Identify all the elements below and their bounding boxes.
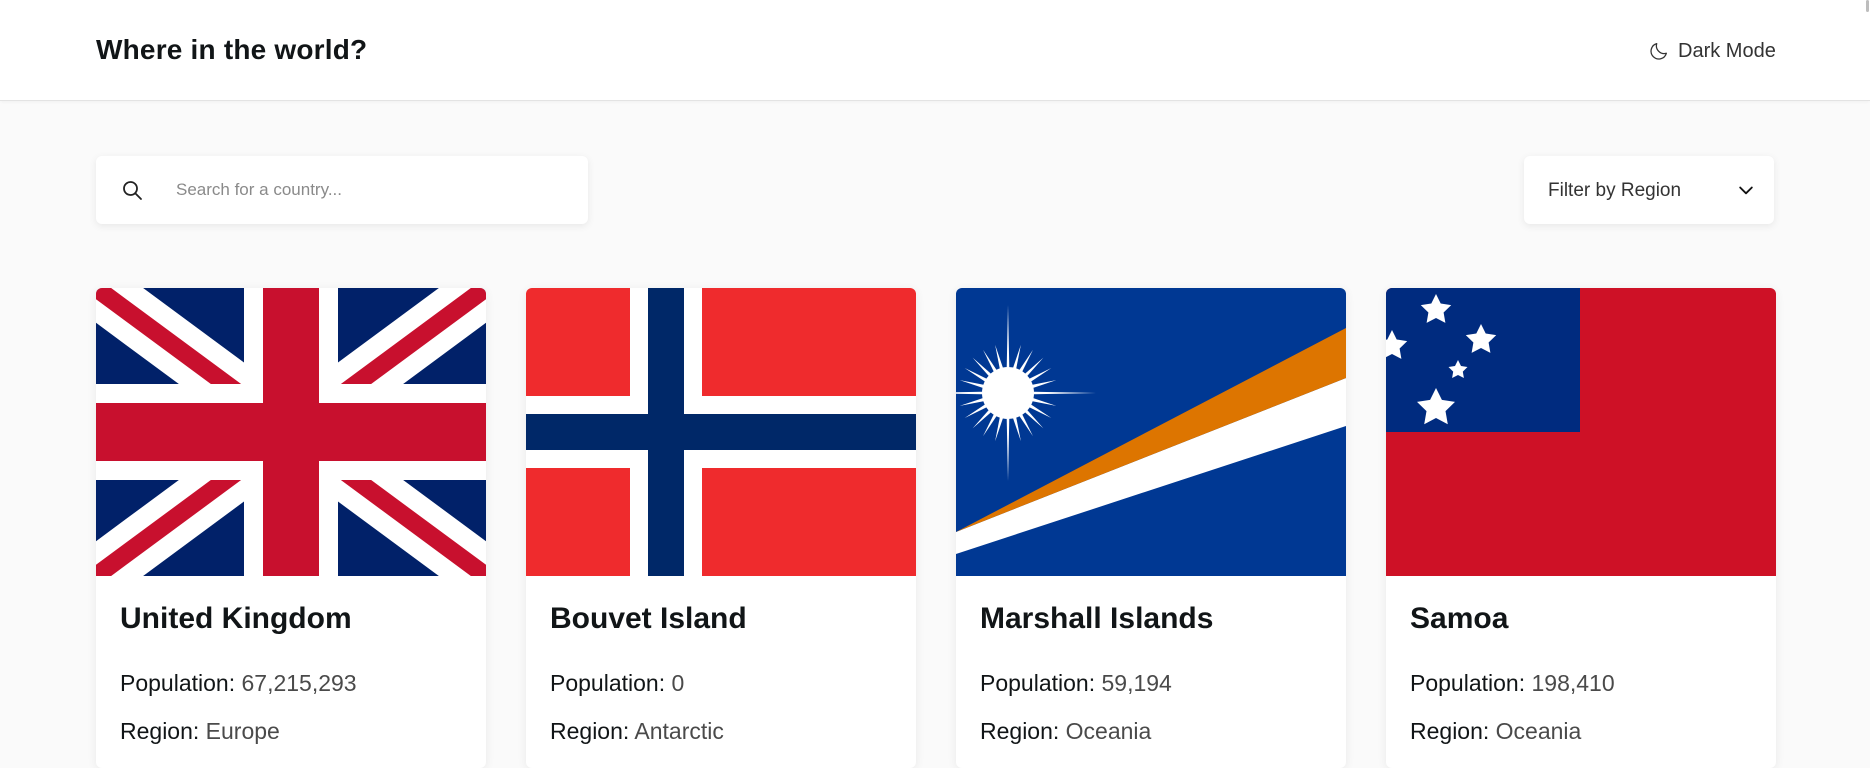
- region-value: Antarctic: [634, 718, 724, 744]
- country-card-samoa[interactable]: Samoa Population: 198,410 Region: Oceani…: [1386, 288, 1776, 768]
- population-label: Population:: [550, 670, 666, 696]
- population-row: Population: 67,215,293: [120, 670, 357, 697]
- region-label: Region:: [980, 718, 1060, 744]
- scrollbar-thumb[interactable]: [1866, 0, 1869, 12]
- search-bar[interactable]: [96, 156, 588, 224]
- region-row: Region: Europe: [120, 718, 280, 745]
- population-row: Population: 0: [550, 670, 684, 697]
- region-filter-dropdown[interactable]: Filter by Region: [1524, 156, 1774, 224]
- region-row: Region: Oceania: [1410, 718, 1581, 745]
- region-value: Oceania: [1495, 718, 1582, 744]
- population-value: 67,215,293: [241, 670, 357, 696]
- bouvet-flag: [526, 288, 916, 576]
- population-label: Population:: [120, 670, 236, 696]
- dark-mode-label: Dark Mode: [1678, 39, 1776, 62]
- population-label: Population:: [1410, 670, 1526, 696]
- moon-icon: [1650, 43, 1667, 60]
- population-value: 0: [671, 670, 685, 696]
- country-name: Samoa: [1410, 602, 1509, 635]
- region-value: Oceania: [1065, 718, 1152, 744]
- population-label: Population:: [980, 670, 1096, 696]
- country-card-bouvet-island[interactable]: Bouvet Island Population: 0 Region: Anta…: [526, 288, 916, 768]
- population-row: Population: 198,410: [1410, 670, 1615, 697]
- search-input[interactable]: [176, 170, 566, 210]
- search-icon: [123, 181, 142, 200]
- app-title[interactable]: Where in the world?: [96, 34, 367, 66]
- region-filter-label: Filter by Region: [1548, 180, 1682, 201]
- country-name: Bouvet Island: [550, 602, 747, 635]
- country-card-marshall-islands[interactable]: Marshall Islands Population: 59,194 Regi…: [956, 288, 1346, 768]
- population-value: 59,194: [1101, 670, 1172, 696]
- region-label: Region:: [550, 718, 630, 744]
- region-row: Region: Oceania: [980, 718, 1151, 745]
- region-row: Region: Antarctic: [550, 718, 724, 745]
- region-label: Region:: [1410, 718, 1490, 744]
- marshall-islands-flag: [956, 288, 1346, 576]
- dark-mode-toggle[interactable]: Dark Mode: [1648, 36, 1776, 66]
- population-row: Population: 59,194: [980, 670, 1172, 697]
- uk-flag: [96, 288, 486, 576]
- country-name: United Kingdom: [120, 602, 352, 635]
- country-card-united-kingdom[interactable]: United Kingdom Population: 67,215,293 Re…: [96, 288, 486, 768]
- chevron-down-icon: [1739, 186, 1753, 195]
- population-value: 198,410: [1531, 670, 1615, 696]
- country-name: Marshall Islands: [980, 602, 1214, 635]
- region-label: Region:: [120, 718, 200, 744]
- samoa-flag: [1386, 288, 1776, 576]
- region-value: Europe: [205, 718, 280, 744]
- app-header: Where in the world? Dark Mode: [0, 0, 1870, 101]
